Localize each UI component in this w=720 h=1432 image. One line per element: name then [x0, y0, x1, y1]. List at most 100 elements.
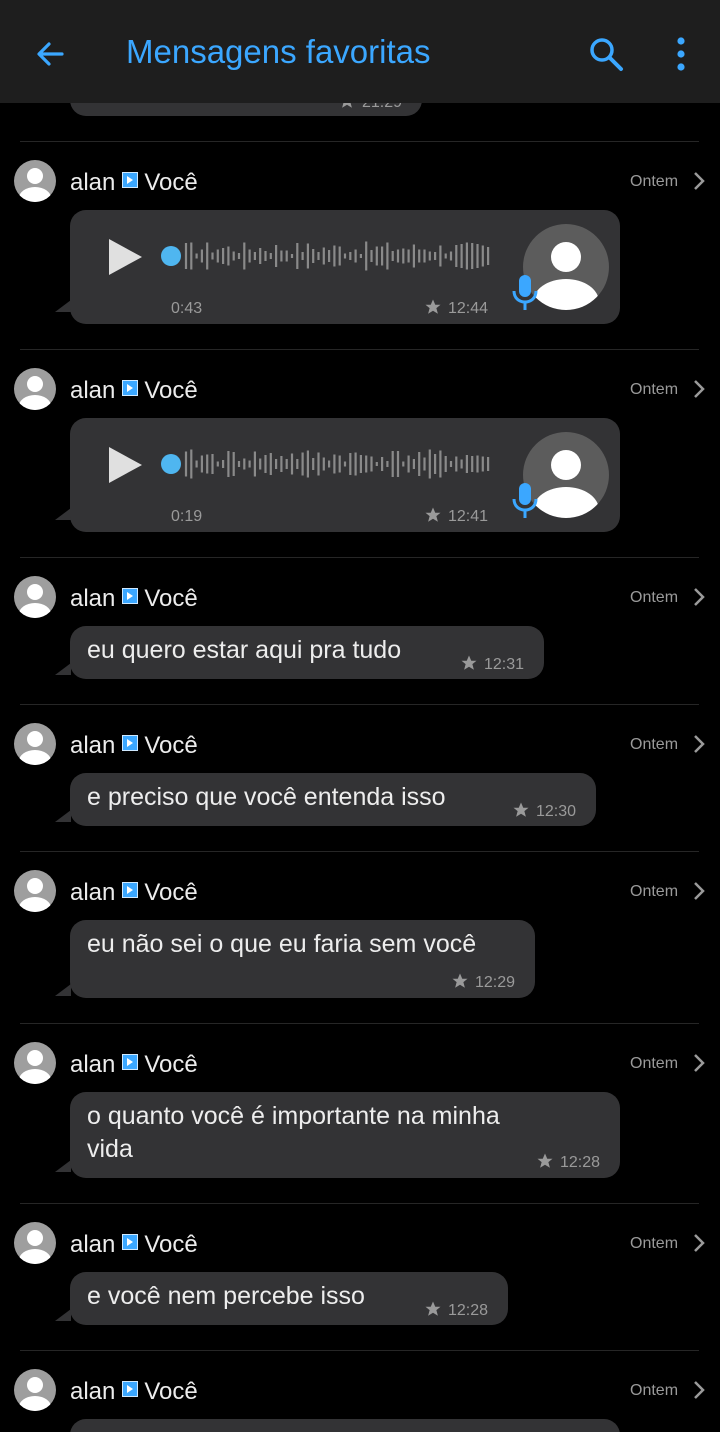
message-date: Ontem: [630, 173, 679, 190]
starred-item[interactable]: alan Você Ontem e você nem percebe isso 1…: [0, 1204, 720, 1350]
starred-item[interactable]: alan Você Ontem 0:19 12:41: [0, 350, 720, 557]
forwarded-arrow-icon: [122, 1234, 139, 1250]
chevron-right-icon[interactable]: [692, 1053, 706, 1073]
play-icon[interactable]: [106, 237, 144, 277]
sender-name: alan: [70, 1051, 116, 1078]
star-icon: [425, 299, 441, 314]
message-text: eu não sei o que eu faria sem você: [87, 930, 477, 958]
starred-item[interactable]: alan Você Ontem 0:43 12:44: [0, 142, 720, 349]
message-bubble[interactable]: e você nem percebe isso 12:28: [70, 1272, 508, 1325]
avatar[interactable]: [14, 723, 56, 765]
recipient-name: Você: [144, 879, 198, 906]
sender-name: alan: [70, 377, 116, 404]
mic-icon: [512, 275, 538, 310]
message-text: e preciso que você entenda isso: [87, 783, 446, 811]
recipient-name: Você: [144, 1231, 198, 1258]
message-time: 12:31: [460, 654, 524, 674]
recipient-name: Você: [144, 1051, 198, 1078]
bubble-tail: [55, 1309, 71, 1321]
forwarded-arrow-icon: [122, 172, 139, 188]
chevron-right-icon[interactable]: [692, 1233, 706, 1253]
recipient-name: Você: [144, 585, 198, 612]
sender-line: alan Você: [70, 169, 198, 197]
play-icon[interactable]: [106, 445, 144, 485]
star-icon: [425, 1301, 441, 1316]
forwarded-arrow-icon: [122, 588, 139, 604]
sender-line: alan Você: [70, 732, 198, 760]
bubble-tail: [55, 300, 71, 312]
message-date: Ontem: [630, 1382, 679, 1399]
forwarded-arrow-icon: [122, 380, 139, 396]
starred-item[interactable]: alan Você Ontem eu não sei o que eu faria…: [0, 852, 720, 1023]
sender-line: alan Você: [70, 377, 198, 405]
avatar[interactable]: [14, 368, 56, 410]
avatar[interactable]: [14, 1222, 56, 1264]
sender-line: alan Você: [70, 879, 198, 907]
forwarded-arrow-icon: [122, 882, 139, 898]
voice-duration: 0:43: [171, 300, 203, 317]
voice-message-bubble[interactable]: 0:19 12:41: [70, 418, 620, 532]
avatar[interactable]: [14, 160, 56, 202]
message-bubble[interactable]: [70, 1419, 620, 1432]
message-date: Ontem: [630, 589, 679, 606]
message-bubble[interactable]: e preciso que você entenda isso 12:30: [70, 773, 596, 826]
search-icon[interactable]: [586, 34, 626, 74]
sender-line: alan Você: [70, 1231, 198, 1259]
star-icon: [452, 973, 468, 988]
sender-line: alan Você: [70, 1051, 198, 1079]
chevron-right-icon[interactable]: [692, 734, 706, 754]
star-icon: [513, 802, 529, 817]
message-time: 12:28: [536, 1152, 600, 1172]
avatar[interactable]: [14, 576, 56, 618]
star-icon: [461, 655, 477, 670]
chevron-right-icon[interactable]: [692, 1380, 706, 1400]
message-bubble[interactable]: eu não sei o que eu faria sem você 12:29: [70, 920, 535, 998]
chevron-right-icon[interactable]: [692, 587, 706, 607]
back-arrow-icon[interactable]: [30, 35, 70, 75]
chevron-right-icon[interactable]: [692, 881, 706, 901]
sender-name: alan: [70, 732, 116, 759]
voice-message-bubble[interactable]: 0:43 12:44: [70, 210, 620, 324]
message-text: o quanto você é importante na minha vida: [87, 1102, 500, 1163]
message-date: Ontem: [630, 381, 679, 398]
message-time: 12:30: [512, 801, 576, 821]
sender-line: alan Você: [70, 1378, 198, 1406]
starred-messages-list[interactable]: 21:29 alanVocê Ontem 0:43 12:44 alanVocê…: [0, 0, 720, 1432]
message-bubble[interactable]: eu quero estar aqui pra tudo 12:31: [70, 626, 544, 679]
mic-icon: [512, 483, 538, 518]
forwarded-arrow-icon: [122, 1054, 139, 1070]
bubble-tail: [55, 810, 71, 822]
chevron-right-icon[interactable]: [692, 379, 706, 399]
page-title: Mensagens favoritas: [126, 33, 431, 70]
bubble-tail: [55, 1160, 71, 1172]
message-bubble[interactable]: o quanto você é importante na minha vida …: [70, 1092, 620, 1178]
sender-name: alan: [70, 1231, 116, 1258]
bubble-tail: [55, 508, 71, 520]
waveform[interactable]: [160, 240, 490, 272]
message-time: 12:29: [451, 972, 515, 992]
sender-name: alan: [70, 1378, 116, 1405]
message-date: Ontem: [630, 1235, 679, 1252]
sender-name: alan: [70, 585, 116, 612]
recipient-name: Você: [144, 169, 198, 196]
sender-name: alan: [70, 879, 116, 906]
starred-item[interactable]: alan Você Ontem e preciso que você entend…: [0, 705, 720, 851]
app-bar: Mensagens favoritas: [0, 0, 720, 103]
message-date: Ontem: [630, 883, 679, 900]
starred-item[interactable]: alan Você Ontem o quanto você é important…: [0, 1024, 720, 1203]
more-vert-icon[interactable]: [664, 34, 698, 74]
bubble-tail: [55, 663, 71, 675]
waveform[interactable]: [160, 448, 490, 480]
starred-item[interactable]: alan Você Ontem: [0, 1351, 720, 1432]
starred-item[interactable]: alan Você Ontem eu quero estar aqui pra t…: [0, 558, 720, 704]
voice-duration: 0:19: [171, 508, 203, 525]
avatar[interactable]: [14, 1042, 56, 1084]
forwarded-arrow-icon: [122, 735, 139, 751]
avatar[interactable]: [14, 870, 56, 912]
star-icon: [537, 1153, 553, 1168]
chevron-right-icon[interactable]: [692, 171, 706, 191]
recipient-name: Você: [144, 1378, 198, 1405]
avatar[interactable]: [14, 1369, 56, 1411]
star-icon: [425, 507, 441, 522]
message-text: eu quero estar aqui pra tudo: [87, 636, 402, 664]
